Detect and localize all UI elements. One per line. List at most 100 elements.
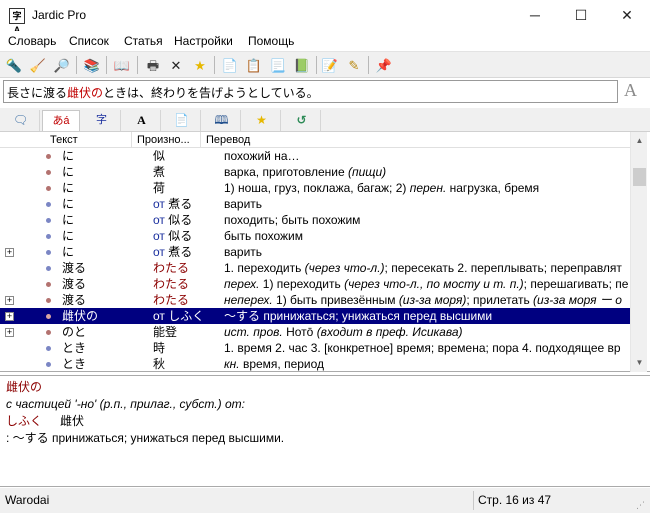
cell-text: とき xyxy=(62,357,87,371)
tab-page-icon[interactable]: 📄 xyxy=(163,110,201,131)
list-row[interactable]: + のと 能登 ист. пров. Нотō (входит в преф. Иси… xyxy=(0,324,630,340)
list-row[interactable]: に 煮 варка, приготовление (пищи) xyxy=(0,164,630,180)
cell-translation: похожий на… xyxy=(224,149,300,163)
close-button[interactable]: ✕ xyxy=(604,0,650,31)
menu-help[interactable]: Помощь xyxy=(248,34,294,48)
cell-reading: わたる xyxy=(153,261,190,275)
toolbar: 🔦 🧹 🔎 📚 📖 🖶 ✕ ★ 📄 📋 📃 📗 📝 ✎ 📌 xyxy=(0,51,650,78)
cell-translation: 1. переходить (через что-л.); пересекать… xyxy=(224,261,622,275)
list-row[interactable]: とき 秋 кн. время, период xyxy=(0,356,630,372)
sentence-text-after: ときは、終わりを告げようとしている。 xyxy=(103,86,319,100)
cell-translation: быть похожим xyxy=(224,229,304,243)
status-page: Стр. 16 из 47 xyxy=(478,493,552,507)
cell-reading: 似 xyxy=(153,149,166,163)
sentence-input[interactable]: 長さに渡る雌伏のときは、終わりを告げようとしている。 xyxy=(3,80,618,103)
favorite-star-icon[interactable]: ★ xyxy=(190,56,210,75)
maximize-button[interactable]: ☐ xyxy=(558,0,604,31)
minimize-button[interactable]: ─ xyxy=(512,0,558,31)
list-row[interactable]: + 雌伏の от しふく 〜する принижаться; унижаться пер… xyxy=(0,308,630,324)
tab-kanji-icon[interactable]: 字 xyxy=(83,110,121,131)
tab-chat-icon[interactable]: 🗨 xyxy=(2,110,40,131)
print-icon[interactable]: 🖶 xyxy=(143,56,163,75)
list-row[interactable]: 渡る わたる 1. переходить (через что-л.); перес… xyxy=(0,260,630,276)
tab-font-icon[interactable]: A xyxy=(123,110,161,131)
expand-icon[interactable]: + xyxy=(5,312,14,321)
list-row[interactable]: 渡る わたる перех. 1) переходить (через что-л.,… xyxy=(0,276,630,292)
app-icon: 字A xyxy=(9,8,25,35)
edit-pen-icon[interactable]: ✎ xyxy=(344,56,364,75)
entry-marker-icon xyxy=(46,330,51,335)
menu-dictionary[interactable]: Словарь xyxy=(8,34,56,48)
reading-prefix: от xyxy=(153,245,169,259)
cell-text: に xyxy=(62,181,75,195)
entry-marker-icon xyxy=(46,266,51,271)
clean-icon[interactable]: 🧹 xyxy=(28,56,48,75)
list-row[interactable]: + に от 煮る варить xyxy=(0,244,630,260)
doc-add-icon[interactable]: 📃 xyxy=(268,56,288,75)
cell-translation: 1) ноша, груз, поклажа, багаж; 2) перен.… xyxy=(224,181,540,195)
book-icon[interactable]: 📖 xyxy=(112,56,132,75)
list-row[interactable]: に от 似る быть похожим xyxy=(0,228,630,244)
column-header-text[interactable]: Текст xyxy=(46,132,132,148)
list-scrollbar[interactable]: ▲ ▼ xyxy=(630,132,647,372)
search-icon[interactable]: 🔎 xyxy=(52,56,72,75)
resize-grip-icon: ⋰ xyxy=(636,500,645,510)
list-row[interactable]: に 似 похожий на… xyxy=(0,148,630,164)
cell-translation: перех. 1) переходить (через что-л., по м… xyxy=(224,277,629,291)
cell-reading: 荷 xyxy=(153,181,166,195)
list-row[interactable]: に от 煮る варить xyxy=(0,196,630,212)
tab-hiragana-icon[interactable]: あá xyxy=(42,110,80,131)
menu-settings[interactable]: Настройки xyxy=(174,34,233,48)
entry-marker-icon xyxy=(46,202,51,207)
doc-green-icon[interactable]: 📗 xyxy=(292,56,312,75)
cell-translation: 1. время 2. час 3. [конкретное] время; в… xyxy=(224,341,621,355)
entry-marker-icon xyxy=(46,170,51,175)
tab-back-icon[interactable]: ↺ xyxy=(283,110,321,131)
view-tabs: 🗨 あá 字 A 📄 🕮 ★ ↺ xyxy=(0,108,650,132)
cell-translation: походить; быть похожим xyxy=(224,213,361,227)
cell-translation: варить xyxy=(224,197,263,211)
menu-list[interactable]: Список xyxy=(69,34,109,48)
cell-text: に xyxy=(62,165,75,179)
cell-translation: варка, приготовление (пищи) xyxy=(224,165,387,179)
tab-dictionary-icon[interactable]: 🕮 xyxy=(203,110,241,131)
menu-article[interactable]: Статья xyxy=(124,34,163,48)
entry-marker-icon xyxy=(46,314,51,319)
scroll-down-icon[interactable]: ▼ xyxy=(635,358,644,367)
expand-icon[interactable]: + xyxy=(5,296,14,305)
entry-marker-icon xyxy=(46,362,51,367)
scroll-thumb[interactable] xyxy=(633,168,646,186)
cell-reading: от 似る xyxy=(153,229,193,243)
stack-icon[interactable]: 📚 xyxy=(82,56,102,75)
font-size-button[interactable]: A xyxy=(624,80,637,101)
list-row[interactable]: に 荷 1) ноша, груз, поклажа, багаж; 2) пере… xyxy=(0,180,630,196)
cell-translation: неперех. 1) быть привезённым (из-за моря… xyxy=(224,293,622,307)
cell-text: のと xyxy=(62,325,87,339)
doc-icon[interactable]: 📄 xyxy=(220,56,240,75)
article-reading: しふく xyxy=(6,414,43,428)
tab-star-icon[interactable]: ★ xyxy=(243,110,281,131)
cell-reading: 能登 xyxy=(153,325,178,339)
cell-reading: от 煮る xyxy=(153,197,193,211)
cell-translation: кн. время, период xyxy=(224,357,325,371)
list-row[interactable]: に от 似る походить; быть похожим xyxy=(0,212,630,228)
copy-icon[interactable]: 📋 xyxy=(244,56,264,75)
expand-icon[interactable]: + xyxy=(5,248,14,257)
article-reading-line: しふく 雌伏 xyxy=(6,413,644,430)
cell-text: 雌伏の xyxy=(62,309,99,323)
cell-text: とき xyxy=(62,341,87,355)
pin-icon[interactable]: 📌 xyxy=(374,56,394,75)
entry-marker-icon xyxy=(46,154,51,159)
cell-reading: 時 xyxy=(153,341,166,355)
column-header-reading[interactable]: Произно... xyxy=(133,132,201,148)
expand-icon[interactable]: + xyxy=(5,328,14,337)
scroll-up-icon[interactable]: ▲ xyxy=(635,136,644,145)
status-dictionary: Warodai xyxy=(5,493,50,507)
list-row[interactable]: とき 時 1. время 2. час 3. [конкретное] время… xyxy=(0,340,630,356)
translate-icon[interactable]: 🔦 xyxy=(4,56,24,75)
delete-icon[interactable]: ✕ xyxy=(166,56,186,75)
cell-reading: 秋 xyxy=(153,357,166,371)
column-header-translation[interactable]: Перевод xyxy=(202,132,630,148)
edit-icon[interactable]: 📝 xyxy=(320,56,340,75)
list-row[interactable]: + 渡る わたる неперех. 1) быть привезённым (из-з… xyxy=(0,292,630,308)
